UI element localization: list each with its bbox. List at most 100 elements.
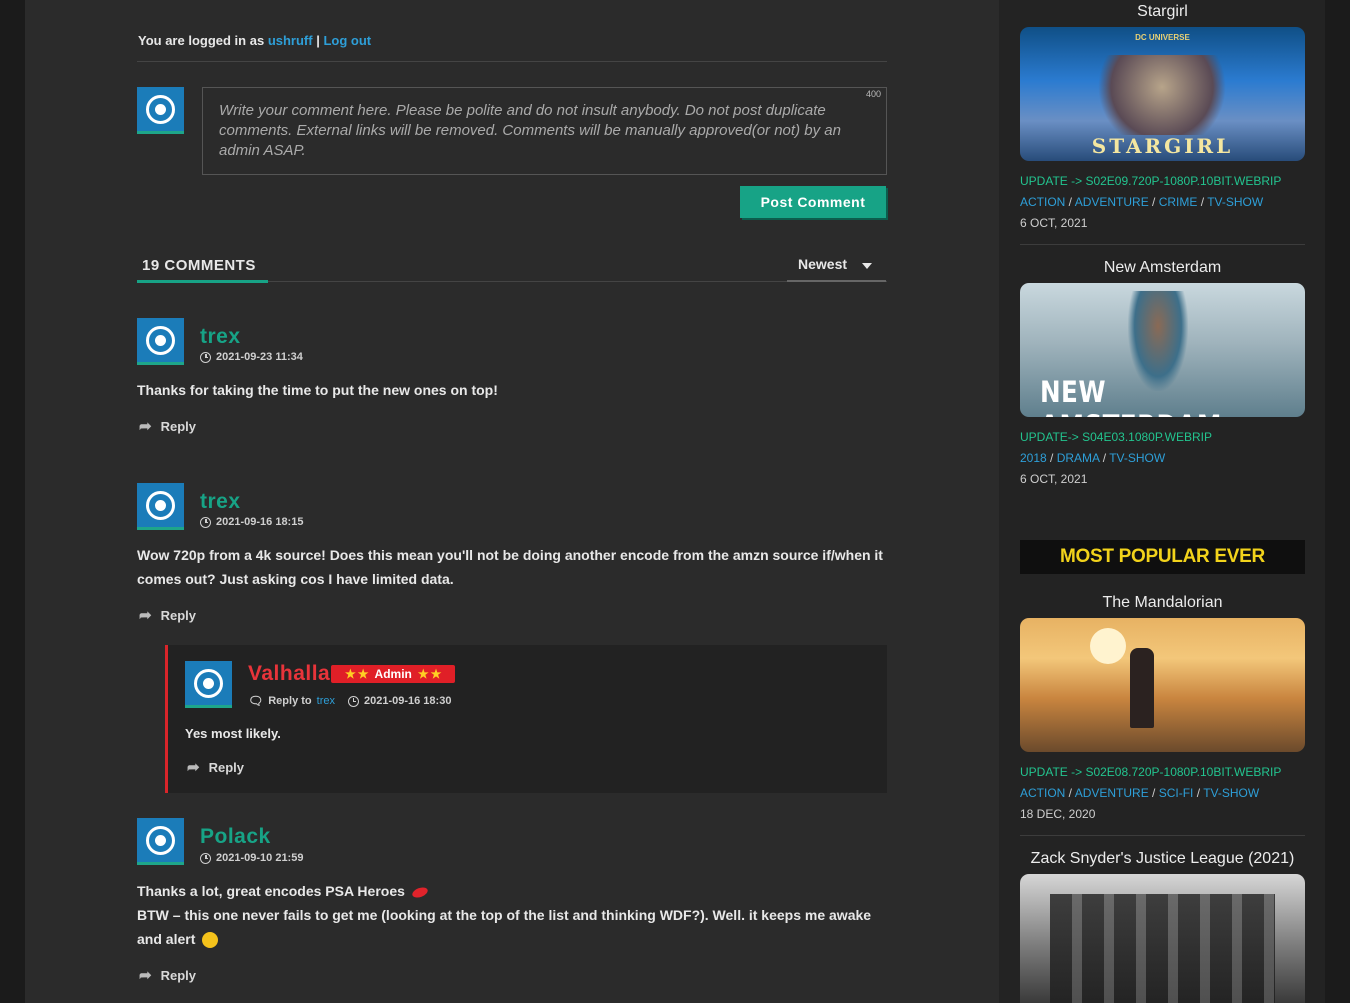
speech-bubbles-icon: 🗨 [248, 694, 264, 708]
comment-author[interactable]: Polack [200, 825, 271, 849]
admin-badge-label: Admin [374, 667, 412, 681]
popular-heading: MOST POPULAR EVER [1020, 540, 1305, 574]
user-icon [146, 94, 175, 124]
reply-button[interactable]: ➦ Reply [139, 606, 196, 624]
category-link[interactable]: ADVENTURE [1075, 786, 1149, 800]
post-title-link[interactable]: Stargirl [1020, 3, 1305, 21]
star-icon: ★ [357, 667, 369, 681]
comment-author[interactable]: trex [200, 490, 241, 514]
category-link[interactable]: SCI-FI [1159, 786, 1194, 800]
clock-icon [200, 351, 211, 363]
username-link[interactable]: ushruff [268, 33, 313, 48]
post-thumbnail[interactable]: NEW AMSTERDAM [1020, 283, 1305, 417]
poster-figures [1092, 55, 1232, 135]
comment-date[interactable]: 2021-09-10 21:59 [200, 852, 303, 864]
admin-badge: ★ ★ Admin ★ ★ [331, 665, 456, 683]
thumbnail-caption: STARGIRL [1091, 134, 1234, 158]
sun-shape [1090, 628, 1126, 664]
star-icon: ★ [430, 667, 442, 681]
post-date: 6 OCT, 2021 [1020, 216, 1088, 230]
avatar [185, 661, 232, 708]
comment-count-label: COMMENTS [164, 257, 256, 274]
reply-label: Reply [160, 418, 196, 434]
post-thumbnail[interactable] [1020, 618, 1305, 752]
login-prefix: You are logged in as [138, 33, 265, 48]
post-thumbnail[interactable] [1020, 874, 1305, 1003]
post-categories: ACTION / ADVENTURE / CRIME / TV-SHOW [1020, 195, 1264, 209]
post-comment-button[interactable]: Post Comment [740, 186, 886, 218]
avatar [137, 483, 184, 530]
comment-text: Thanks for taking the time to put the ne… [137, 382, 498, 398]
comment-author[interactable]: trex [200, 325, 241, 349]
reply-to-link[interactable]: trex [317, 695, 335, 707]
post-date: 6 OCT, 2021 [1020, 472, 1088, 486]
avatar [137, 318, 184, 365]
reply-icon: ➦ [139, 607, 152, 624]
comment-count-number: 19 [142, 257, 160, 274]
comment-input[interactable]: Write your comment here. Please be polit… [202, 87, 887, 175]
comment-date-text[interactable]: 2021-09-16 18:30 [364, 695, 451, 707]
chevron-down-icon [862, 263, 872, 269]
post-date: 18 DEC, 2020 [1020, 807, 1096, 821]
star-icon: ★ [417, 667, 429, 681]
comment-date-text: 2021-09-23 11:34 [216, 351, 303, 363]
post-update[interactable]: UPDATE -> S02E09.720P-1080P.10BIT.WEBRIP [1020, 174, 1281, 188]
category-link[interactable]: TV-SHOW [1203, 786, 1259, 800]
category-link[interactable]: CRIME [1159, 195, 1198, 209]
category-link[interactable]: ACTION [1020, 195, 1065, 209]
comment-text-line: Thanks a lot, great encodes PSA Heroes [137, 883, 405, 899]
thumbnail-caption: NEW AMSTERDAM [1040, 375, 1221, 417]
reply-label: Reply [160, 967, 196, 983]
comment-text-line: BTW – this one never fails to get me (lo… [137, 907, 872, 947]
comment-author[interactable]: Valhalla [248, 662, 330, 686]
category-link[interactable]: 2018 [1020, 451, 1047, 465]
category-link[interactable]: TV-SHOW [1109, 451, 1165, 465]
divider [1020, 835, 1305, 836]
reply-button[interactable]: ➦ Reply [187, 758, 244, 776]
reply-label: Reply [208, 759, 244, 775]
logout-link[interactable]: Log out [323, 33, 371, 48]
poster-figures [1050, 894, 1275, 1003]
post-title-link[interactable]: The Mandalorian [1020, 594, 1305, 612]
reply-label: Reply [160, 607, 196, 623]
comment-text: Yes most likely. [185, 726, 281, 741]
smile-emoji-icon [202, 932, 219, 949]
heart-emoji-icon [410, 885, 429, 900]
comment-count: 19 COMMENTS [142, 257, 256, 274]
post-update[interactable]: UPDATE -> S02E08.720P-1080P.10BIT.WEBRIP [1020, 765, 1281, 779]
category-link[interactable]: TV-SHOW [1207, 195, 1263, 209]
reply-button[interactable]: ➦ Reply [139, 417, 196, 435]
user-icon [146, 825, 175, 855]
sort-select[interactable]: Newest [787, 256, 886, 282]
category-link[interactable]: ADVENTURE [1075, 195, 1149, 209]
post-categories: ACTION / ADVENTURE / SCI-FI / TV-SHOW [1020, 786, 1260, 800]
comment-date[interactable]: 2021-09-23 11:34 [200, 351, 303, 363]
reply-icon: ➦ [187, 759, 200, 776]
reply-button[interactable]: ➦ Reply [139, 966, 196, 984]
char-limit: 400 [866, 89, 882, 99]
divider [137, 61, 887, 62]
post-thumbnail[interactable]: DC UNIVERSE STARGIRL [1020, 27, 1305, 161]
login-status: You are logged in as ushruff | Log out [138, 33, 371, 48]
reply-icon: ➦ [139, 967, 152, 984]
user-icon [146, 490, 175, 520]
comment-date-text: 2021-09-10 21:59 [216, 852, 304, 864]
active-tab-underline [137, 280, 268, 283]
reply-to-label: Reply to [268, 695, 312, 707]
post-title-link[interactable]: New Amsterdam [1020, 259, 1305, 277]
category-link[interactable]: ACTION [1020, 786, 1065, 800]
star-icon: ★ [345, 667, 356, 681]
post-update[interactable]: UPDATE-> S04E03.1080P.WEBRIP [1020, 430, 1212, 444]
comment-text: Wow 720p from a 4k source! Does this mea… [137, 547, 883, 587]
post-title-link[interactable]: Zack Snyder's Justice League (2021) [1020, 850, 1305, 868]
login-separator: | [316, 33, 320, 48]
clock-icon [200, 852, 211, 864]
user-icon [194, 668, 223, 698]
user-icon [146, 325, 175, 355]
category-link[interactable]: DRAMA [1057, 451, 1100, 465]
reply-meta: 🗨 Reply to trex 2021-09-16 18:30 [248, 694, 451, 708]
comment-date[interactable]: 2021-09-16 18:15 [200, 516, 303, 528]
comment-date-text: 2021-09-16 18:15 [216, 516, 304, 528]
thumbnail-caption: DC UNIVERSE [1135, 33, 1190, 42]
avatar [137, 87, 184, 134]
